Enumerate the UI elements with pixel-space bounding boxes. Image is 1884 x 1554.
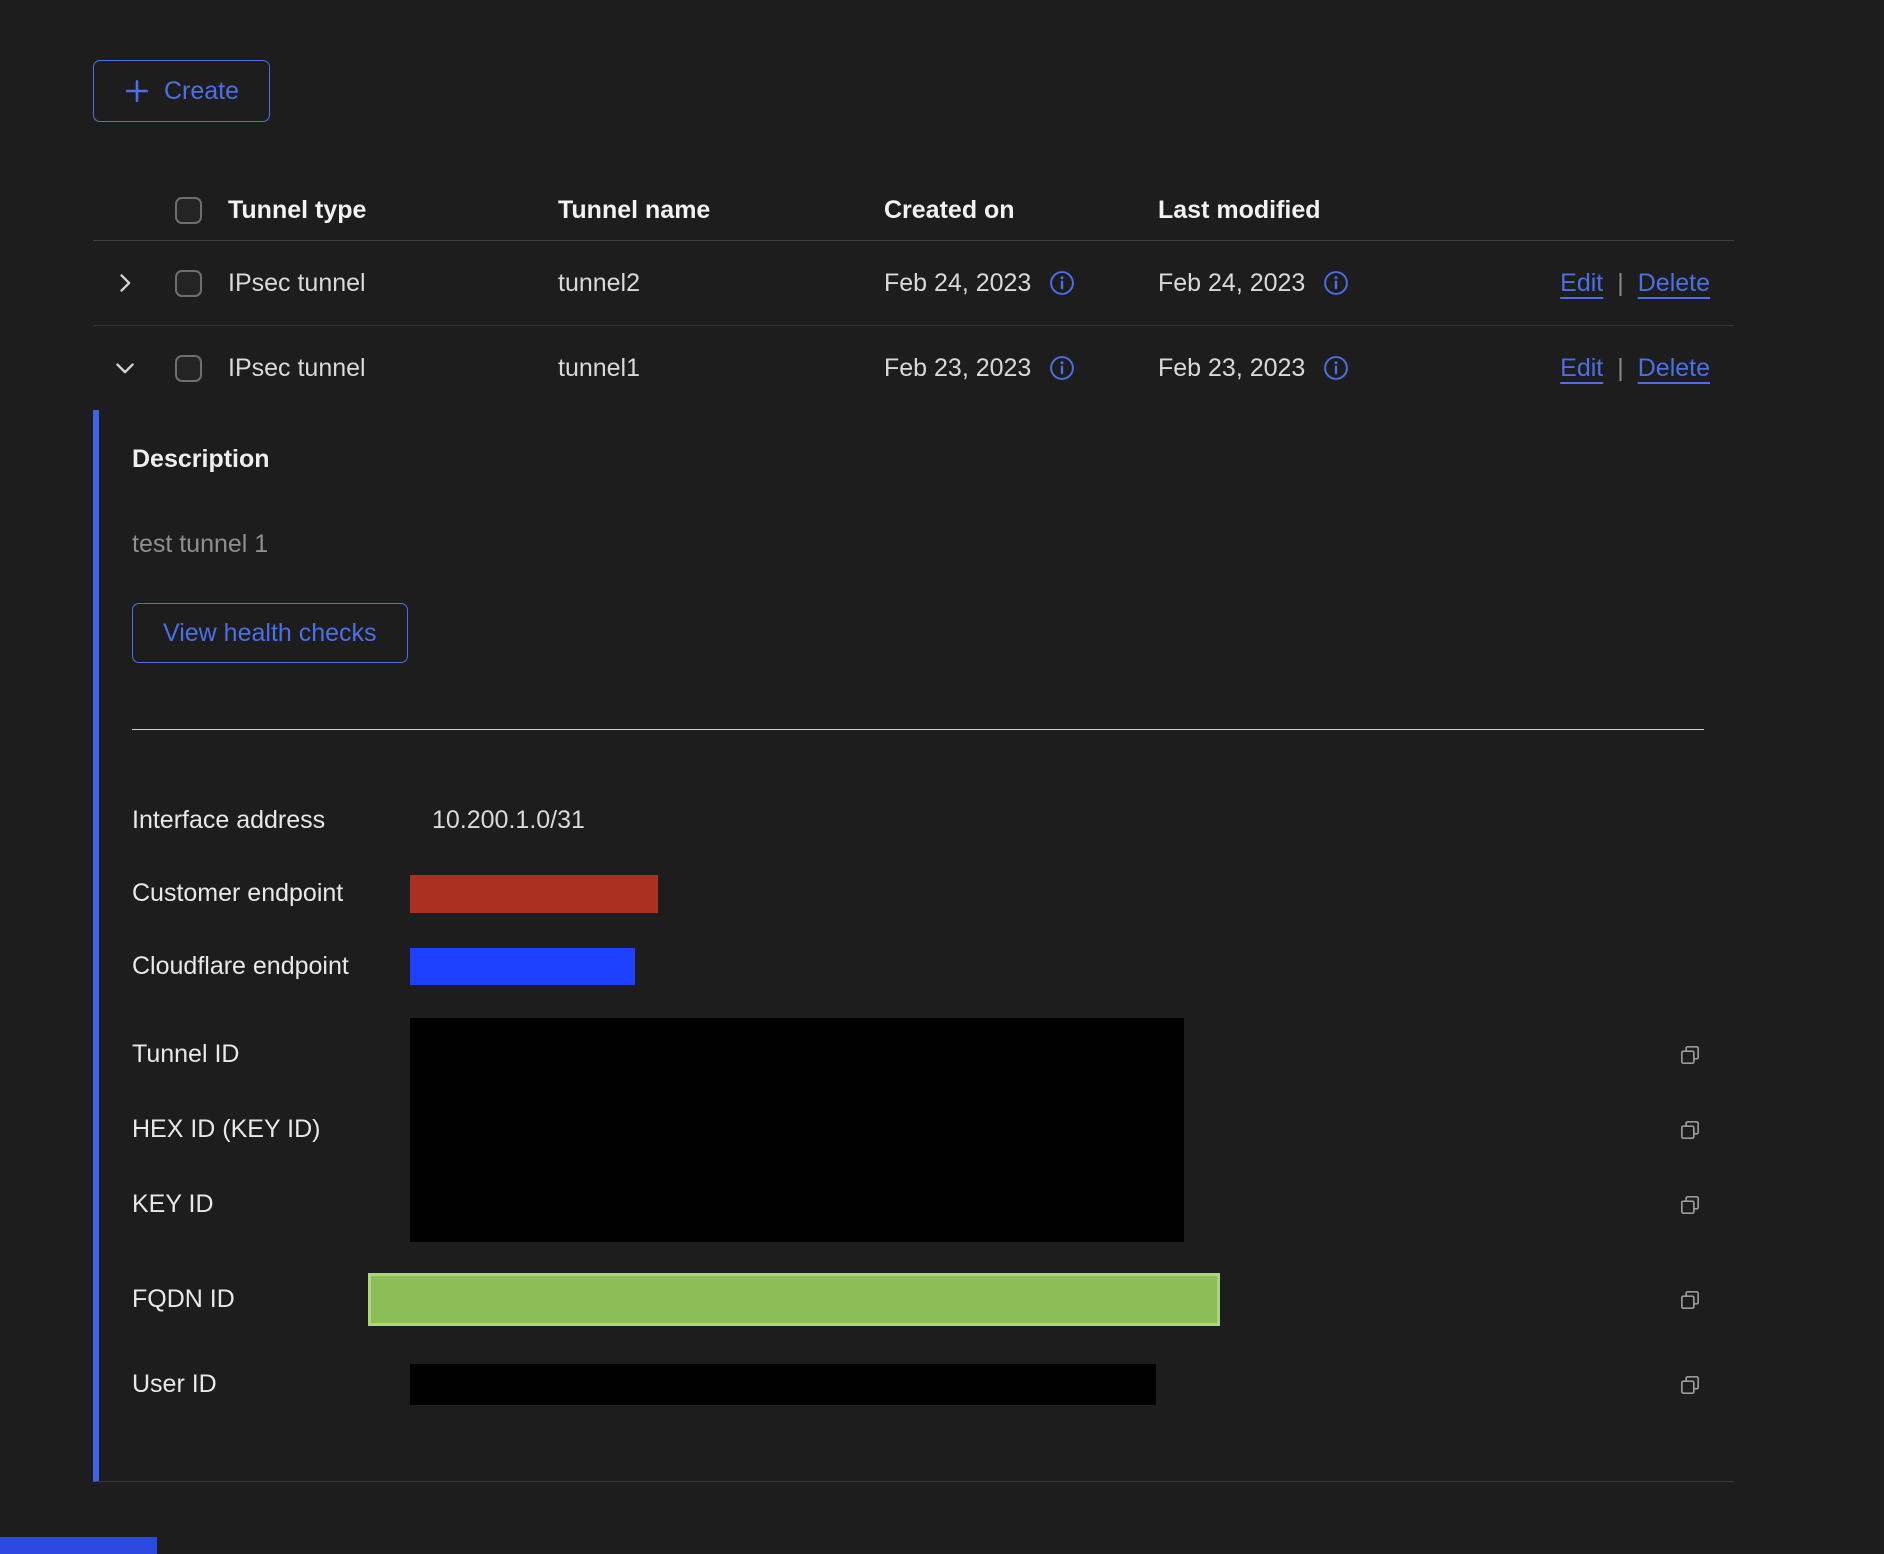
tunnel-id-group: Tunnel ID HEX ID (KEY ID) KEY ID <box>132 1017 1734 1242</box>
copy-hex-id-button[interactable] <box>1678 1118 1702 1142</box>
interface-address-row: Interface address 10.200.1.0/31 <box>132 784 1734 857</box>
tunnel-detail-fields: Interface address 10.200.1.0/31 Customer… <box>132 784 1734 1422</box>
cloudflare-endpoint-label: Cloudflare endpoint <box>132 952 410 981</box>
copy-fqdn-id-button[interactable] <box>1678 1288 1702 1312</box>
edit-link[interactable]: Edit <box>1560 269 1603 298</box>
copy-icon <box>1678 1193 1702 1217</box>
select-all-checkbox[interactable] <box>175 197 202 224</box>
last-modified-value: Feb 24, 2023 <box>1158 269 1305 298</box>
fqdn-id-row: FQDN ID <box>132 1262 1734 1337</box>
table-row-tunnel1: IPsec tunnel tunnel1 Feb 23, 2023 Feb 23… <box>93 326 1734 410</box>
tunnel-type-cell: IPsec tunnel <box>228 269 558 298</box>
tunnel-name-cell: tunnel1 <box>558 354 884 383</box>
copy-icon <box>1678 1043 1702 1067</box>
info-icon <box>1323 270 1349 296</box>
user-id-row: User ID <box>132 1347 1734 1422</box>
tunnel-id-label: Tunnel ID <box>132 1040 410 1069</box>
copy-key-id-button[interactable] <box>1678 1193 1702 1217</box>
last-modified-info-icon[interactable] <box>1323 355 1349 381</box>
description-value: test tunnel 1 <box>132 530 1734 559</box>
column-header-created-on: Created on <box>884 196 1158 225</box>
expanded-tunnel-details: Description test tunnel 1 View health ch… <box>93 410 1734 1482</box>
view-health-checks-label: View health checks <box>163 619 377 648</box>
cloudflare-endpoint-row: Cloudflare endpoint <box>132 930 1734 1003</box>
action-separator: | <box>1617 269 1624 298</box>
tunnel-name-cell: tunnel2 <box>558 269 884 298</box>
cloudflare-endpoint-redacted-value <box>410 948 635 985</box>
last-modified-info-icon[interactable] <box>1323 270 1349 296</box>
edit-link[interactable]: Edit <box>1560 354 1603 383</box>
created-on-info-icon[interactable] <box>1049 355 1075 381</box>
description-label: Description <box>132 445 1734 474</box>
info-icon <box>1049 270 1075 296</box>
customer-endpoint-redacted-value <box>410 875 658 913</box>
chevron-right-icon <box>114 272 136 294</box>
created-on-info-icon[interactable] <box>1049 270 1075 296</box>
row-checkbox[interactable] <box>175 270 202 297</box>
expand-row-button[interactable] <box>114 272 136 294</box>
copy-icon <box>1678 1118 1702 1142</box>
copy-icon <box>1678 1288 1702 1312</box>
table-header-row: Tunnel type Tunnel name Created on Last … <box>93 180 1734 241</box>
plus-icon <box>124 78 150 104</box>
interface-address-value: 10.200.1.0/31 <box>410 806 1678 835</box>
customer-endpoint-row: Customer endpoint <box>132 857 1734 930</box>
delete-link[interactable]: Delete <box>1638 354 1710 383</box>
chevron-down-icon <box>114 357 136 379</box>
id-values-redacted-block <box>410 1018 1184 1242</box>
copy-icon <box>1678 1373 1702 1397</box>
tunnel-type-cell: IPsec tunnel <box>228 354 558 383</box>
collapse-row-button[interactable] <box>114 357 136 379</box>
create-button[interactable]: Create <box>93 60 270 122</box>
user-id-label: User ID <box>132 1370 410 1399</box>
column-header-tunnel-type: Tunnel type <box>228 196 558 225</box>
info-icon <box>1049 355 1075 381</box>
table-row-tunnel2: IPsec tunnel tunnel2 Feb 24, 2023 Feb 24… <box>93 241 1734 326</box>
user-id-redacted-value <box>410 1364 1156 1405</box>
view-health-checks-button[interactable]: View health checks <box>132 603 408 663</box>
bottom-left-accent-bar <box>0 1537 157 1554</box>
created-on-value: Feb 23, 2023 <box>884 354 1031 383</box>
tunnels-page: Create Tunnel type Tunnel name Created o… <box>93 60 1734 1482</box>
key-id-label: KEY ID <box>132 1190 410 1219</box>
customer-endpoint-label: Customer endpoint <box>132 879 410 908</box>
copy-user-id-button[interactable] <box>1678 1373 1702 1397</box>
column-header-last-modified: Last modified <box>1158 196 1538 225</box>
tunnels-table: Tunnel type Tunnel name Created on Last … <box>93 180 1734 1482</box>
info-icon <box>1323 355 1349 381</box>
column-header-tunnel-name: Tunnel name <box>558 196 884 225</box>
row-checkbox[interactable] <box>175 355 202 382</box>
action-separator: | <box>1617 354 1624 383</box>
section-divider <box>132 729 1704 730</box>
create-button-label: Create <box>164 77 239 106</box>
last-modified-value: Feb 23, 2023 <box>1158 354 1305 383</box>
hex-id-label: HEX ID (KEY ID) <box>132 1115 410 1144</box>
delete-link[interactable]: Delete <box>1638 269 1710 298</box>
interface-address-label: Interface address <box>132 806 410 835</box>
created-on-value: Feb 24, 2023 <box>884 269 1031 298</box>
copy-tunnel-id-button[interactable] <box>1678 1043 1702 1067</box>
fqdn-id-redacted-value <box>368 1273 1220 1326</box>
